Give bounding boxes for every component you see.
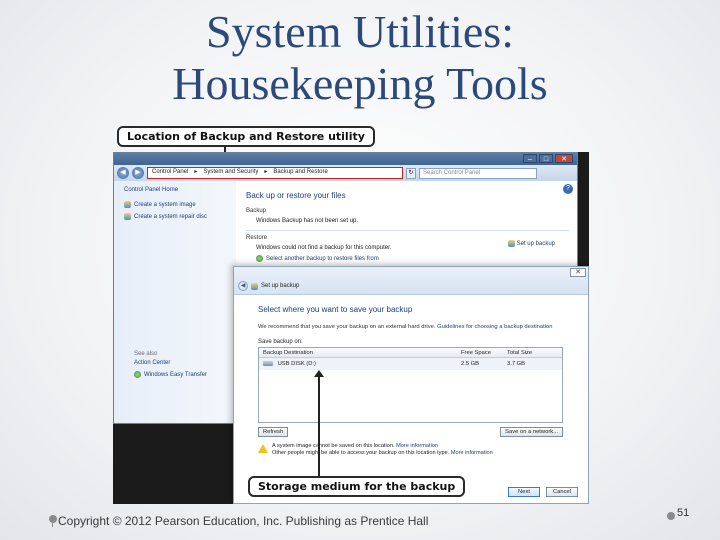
sidebar: Control Panel Home Create a system image… xyxy=(114,181,236,423)
setup-backup-link[interactable]: Set up backup xyxy=(507,240,555,247)
sidebar-item-home[interactable]: Control Panel Home xyxy=(124,187,232,193)
save-on-label: Save backup on: xyxy=(258,339,303,345)
page-number-bullet xyxy=(667,512,675,520)
select-backup-link[interactable]: Select another backup to restore files f… xyxy=(256,255,569,262)
more-info-link-2[interactable]: More information xyxy=(451,450,493,456)
breadcrumb-separator-icon: ▸ xyxy=(264,169,268,175)
refresh-button[interactable]: Refresh xyxy=(258,427,289,437)
destination-name: USB DISK (D:) xyxy=(277,361,316,367)
divider xyxy=(246,230,569,231)
page-number: 51 xyxy=(677,507,690,519)
guidelines-link[interactable]: Guidelines for choosing a backup destina… xyxy=(437,324,552,330)
refresh-icon[interactable]: ↻ xyxy=(406,167,416,179)
breadcrumb-control-panel[interactable]: Control Panel xyxy=(152,168,188,178)
footer-bullet xyxy=(49,515,57,523)
dialog-title-row: ◀ Set up backup xyxy=(238,281,299,291)
restore-icon xyxy=(256,255,263,262)
warning-text: A system image cannot be saved on this l… xyxy=(272,443,493,457)
next-button[interactable]: Next xyxy=(508,487,540,497)
close-button[interactable]: ✕ xyxy=(555,154,573,163)
callout-backup-location: Location of Backup and Restore utility xyxy=(117,126,375,147)
destination-cell: USB DISK (D:) xyxy=(259,358,457,370)
warning-line1: A system image cannot be saved on this l… xyxy=(272,443,395,449)
warning-line2: Other people might be able to access you… xyxy=(272,450,450,456)
sidebar-item-label: Create a system image xyxy=(134,201,196,208)
sidebar-item-easy-transfer[interactable]: Windows Easy Transfer xyxy=(134,371,207,378)
breadcrumb-separator-icon: ▸ xyxy=(194,169,198,175)
transfer-icon xyxy=(134,371,141,378)
window-buttons: – □ ✕ xyxy=(523,154,573,163)
copyright-footer: Copyright © 2012 Pearson Education, Inc.… xyxy=(58,514,429,528)
back-arrow-icon[interactable]: ◀ xyxy=(238,281,248,291)
footer-divider xyxy=(52,519,53,527)
select-backup-label: Select another backup to restore files f… xyxy=(266,255,379,262)
save-on-network-button[interactable]: Save on a network... xyxy=(500,427,563,437)
maximize-button[interactable]: □ xyxy=(539,154,553,163)
dialog-footer: Next Cancel xyxy=(508,487,578,497)
sidebar-item-label: Windows Easy Transfer xyxy=(144,371,208,378)
backup-section-label: Backup xyxy=(246,208,267,214)
warning-icon xyxy=(258,444,268,453)
page-heading: Back up or restore your files xyxy=(246,191,346,200)
breadcrumb-backup-restore[interactable]: Backup and Restore xyxy=(273,168,327,178)
breadcrumb-system-security[interactable]: System and Security xyxy=(203,168,258,178)
see-also-section: See also Action Center Windows Easy Tran… xyxy=(134,351,207,383)
dialog-body: Select where you want to save your backu… xyxy=(234,295,588,457)
slide-title-line1: System Utilities: xyxy=(206,6,514,57)
callout-arrow-bottom xyxy=(314,370,324,476)
address-row: ◀ ▶ Control Panel ▸ System and Security … xyxy=(114,165,577,181)
backup-icon xyxy=(251,282,258,290)
screenshot-area: – □ ✕ ◀ ▶ Control Panel ▸ System and Sec… xyxy=(113,152,589,504)
total-size-cell: 3.7 GB xyxy=(507,361,526,367)
dialog-description: We recommend that you save your backup o… xyxy=(258,324,570,331)
setup-backup-label: Set up backup xyxy=(516,240,555,247)
setup-backup-dialog: ✕ ◀ Set up backup Select where you want … xyxy=(233,266,589,504)
cancel-button[interactable]: Cancel xyxy=(546,487,578,497)
sidebar-item-label: Create a system repair disc xyxy=(134,213,208,220)
see-also-title: See also xyxy=(134,351,158,357)
shield-icon xyxy=(124,201,131,208)
sidebar-item-repair-disc[interactable]: Create a system repair disc xyxy=(124,213,232,220)
free-space-cell: 2.5 GB xyxy=(461,361,480,367)
destination-table: Backup Destination Free Space Total Size… xyxy=(258,347,563,423)
dialog-close-button[interactable]: ✕ xyxy=(570,268,586,277)
table-header: Backup Destination Free Space Total Size xyxy=(259,348,562,358)
slide-title: System Utilities: Housekeeping Tools xyxy=(0,6,720,110)
callout-storage-medium: Storage medium for the backup xyxy=(248,476,466,497)
search-input[interactable]: Search Control Panel xyxy=(419,167,537,179)
column-header-total-size[interactable]: Total Size xyxy=(503,348,553,357)
dialog-titlebar: ✕ ◀ Set up backup xyxy=(234,267,588,295)
column-header-free-space[interactable]: Free Space xyxy=(457,348,503,357)
dialog-title: Set up backup xyxy=(261,283,300,289)
column-header-destination[interactable]: Backup Destination xyxy=(259,348,457,357)
shield-icon xyxy=(507,240,515,247)
warning-message: A system image cannot be saved on this l… xyxy=(258,443,578,457)
back-arrow-icon[interactable]: ◀ xyxy=(117,167,129,179)
sidebar-item-action-center[interactable]: Action Center xyxy=(134,360,207,366)
backup-status: Windows Backup has not been set up. xyxy=(256,218,359,224)
address-bar[interactable]: Control Panel ▸ System and Security ▸ Ba… xyxy=(147,167,403,179)
usb-drive-icon xyxy=(263,360,273,366)
sidebar-item-system-image[interactable]: Create a system image xyxy=(124,201,232,208)
table-buttons: Refresh Save on a network... xyxy=(258,427,563,437)
forward-arrow-icon[interactable]: ▶ xyxy=(132,167,144,179)
help-icon[interactable]: ? xyxy=(563,184,573,194)
slide-title-line2: Housekeeping Tools xyxy=(172,58,548,109)
shield-icon xyxy=(124,213,131,220)
dialog-heading: Select where you want to save your backu… xyxy=(258,305,413,314)
table-row[interactable]: USB DISK (D:) 2.5 GB 3.7 GB xyxy=(259,358,562,370)
window-titlebar: – □ ✕ xyxy=(114,153,577,165)
more-info-link-1[interactable]: More information xyxy=(396,443,438,449)
minimize-button[interactable]: – xyxy=(523,154,537,163)
dialog-description-text: We recommend that you save your backup o… xyxy=(258,324,436,330)
